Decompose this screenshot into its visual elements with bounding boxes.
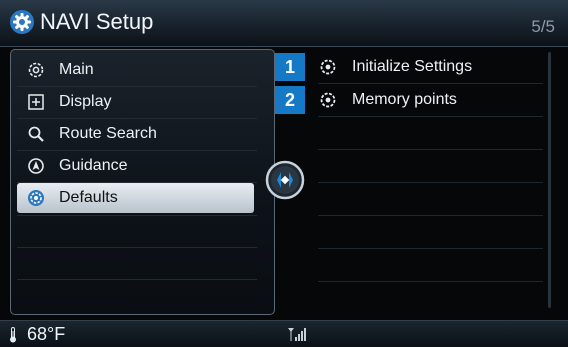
option-initialize-settings[interactable]: 1 Initialize Settings <box>275 52 545 82</box>
list-divider <box>318 149 543 150</box>
menu-item-main[interactable]: Main <box>17 55 254 85</box>
menu-item-label: Display <box>59 93 112 110</box>
menu-item-label: Guidance <box>59 157 128 174</box>
compass-icon <box>28 158 44 174</box>
menu-item-defaults[interactable]: Defaults <box>17 183 254 213</box>
menu-divider <box>17 247 257 248</box>
option-label: Memory points <box>352 91 457 108</box>
gear-icon <box>10 10 34 34</box>
signal-icon <box>288 328 306 341</box>
menu-item-display[interactable]: Display <box>17 87 254 117</box>
gear-icon <box>28 190 44 206</box>
title-bar: NAVI Setup 5/5 <box>0 0 568 47</box>
list-divider <box>318 83 543 84</box>
menu-divider <box>17 279 257 280</box>
list-divider <box>318 215 543 216</box>
panel-switch-button[interactable] <box>265 160 305 200</box>
option-number-badge: 2 <box>275 86 305 114</box>
status-bar: 68°F <box>0 320 568 347</box>
page-title: NAVI Setup <box>40 9 154 34</box>
list-divider <box>318 281 543 282</box>
search-icon <box>28 126 44 142</box>
option-label: Initialize Settings <box>352 58 473 75</box>
menu-item-guidance[interactable]: Guidance <box>17 151 254 181</box>
list-divider <box>318 248 543 249</box>
option-memory-points[interactable]: 2 Memory points <box>275 85 545 115</box>
menu-item-route-search[interactable]: Route Search <box>17 119 254 149</box>
page-indicator: 5/5 <box>531 17 555 36</box>
menu-divider <box>17 215 257 216</box>
display-icon <box>28 94 44 110</box>
menu-item-label: Main <box>59 61 94 78</box>
scrollbar[interactable] <box>548 52 551 308</box>
reset-gear-icon <box>320 92 336 108</box>
option-number-badge: 1 <box>275 53 305 81</box>
menu-item-label: Defaults <box>59 189 118 206</box>
gear-icon <box>28 62 44 78</box>
menu-item-label: Route Search <box>59 125 157 142</box>
temperature-readout: 68°F <box>27 324 66 344</box>
list-divider <box>318 116 543 117</box>
list-divider <box>318 182 543 183</box>
setup-menu: Main Display Route Search Guidance Defau… <box>10 49 275 315</box>
thermometer-icon <box>10 327 16 343</box>
navi-setup-screen: NAVI Setup 5/5 Main Display Route Search… <box>0 0 568 347</box>
reset-gear-icon <box>320 59 336 75</box>
